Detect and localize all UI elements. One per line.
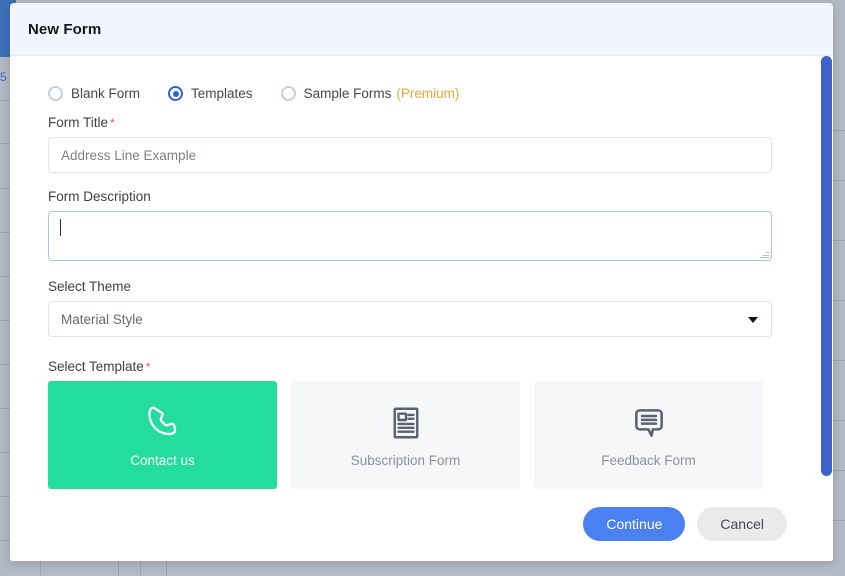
- radio-circle-selected-icon[interactable]: [168, 86, 184, 101]
- radio-circle-icon[interactable]: [48, 86, 63, 101]
- select-theme-value: Material Style: [61, 311, 143, 327]
- required-indicator: *: [145, 360, 151, 374]
- newspaper-icon: [388, 403, 424, 443]
- form-title-label: Form Title *: [48, 115, 781, 130]
- radio-circle-icon[interactable]: [280, 86, 296, 101]
- select-theme-label: Select Theme: [48, 279, 132, 294]
- form-description-label: Form Description: [48, 189, 151, 204]
- background-col-divider: [40, 560, 41, 576]
- background-bottom-strip: [0, 560, 845, 576]
- page-title: New Form: [28, 20, 102, 38]
- required-indicator: *: [110, 116, 115, 130]
- select-template-label-text: Select Template: [48, 359, 144, 374]
- select-theme-dropdown[interactable]: Material Style: [48, 301, 772, 337]
- template-card-grid: Contact us Subscription Form Feedback Fo…: [48, 381, 781, 489]
- form-title-input-value: Address Line Example: [61, 147, 197, 163]
- template-card-label: Contact us: [130, 452, 195, 468]
- template-card-feedback-form[interactable]: Feedback Form: [534, 381, 763, 489]
- modal-scrollbar-track[interactable]: [820, 56, 833, 561]
- modal-scrollbar-thumb[interactable]: [821, 56, 832, 476]
- modal-footer-actions: Continue Cancel: [583, 507, 787, 541]
- radio-label: Templates: [191, 86, 253, 101]
- radio-option-templates[interactable]: Templates: [168, 86, 253, 101]
- radio-option-sample-forms[interactable]: Sample Forms (Premium): [280, 86, 460, 101]
- phone-icon: [143, 403, 183, 443]
- cancel-button[interactable]: Cancel: [697, 507, 787, 541]
- template-card-label: Feedback Form: [601, 452, 696, 468]
- form-title-input[interactable]: Address Line Example: [48, 137, 772, 173]
- radio-option-blank-form[interactable]: Blank Form: [48, 86, 140, 101]
- radio-label: Sample Forms: [303, 86, 392, 101]
- form-description-textarea[interactable]: [48, 211, 772, 261]
- form-title-label-text: Form Title: [48, 115, 109, 130]
- background-col-divider: [166, 560, 167, 576]
- new-form-modal: New Form Blank Form Templates Sample For…: [10, 3, 833, 561]
- modal-body: Blank Form Templates Sample Forms (Premi…: [10, 56, 833, 561]
- continue-button[interactable]: Continue: [583, 507, 686, 541]
- text-caret: [60, 219, 61, 236]
- modal-header: New Form: [10, 3, 833, 56]
- chevron-down-icon[interactable]: [748, 317, 758, 323]
- select-template-label: Select Template *: [48, 359, 781, 374]
- premium-badge: (Premium): [396, 86, 460, 101]
- resize-handle-icon[interactable]: [760, 249, 769, 258]
- background-col-divider: [140, 560, 141, 576]
- speech-bubble-icon: [630, 403, 668, 443]
- form-type-radio-group: Blank Form Templates Sample Forms (Premi…: [48, 86, 781, 101]
- radio-label: Blank Form: [71, 86, 141, 101]
- template-card-subscription-form[interactable]: Subscription Form: [291, 381, 520, 489]
- template-card-label: Subscription Form: [350, 452, 461, 468]
- template-card-contact-us[interactable]: Contact us: [48, 381, 277, 489]
- background-col-divider: [118, 560, 119, 576]
